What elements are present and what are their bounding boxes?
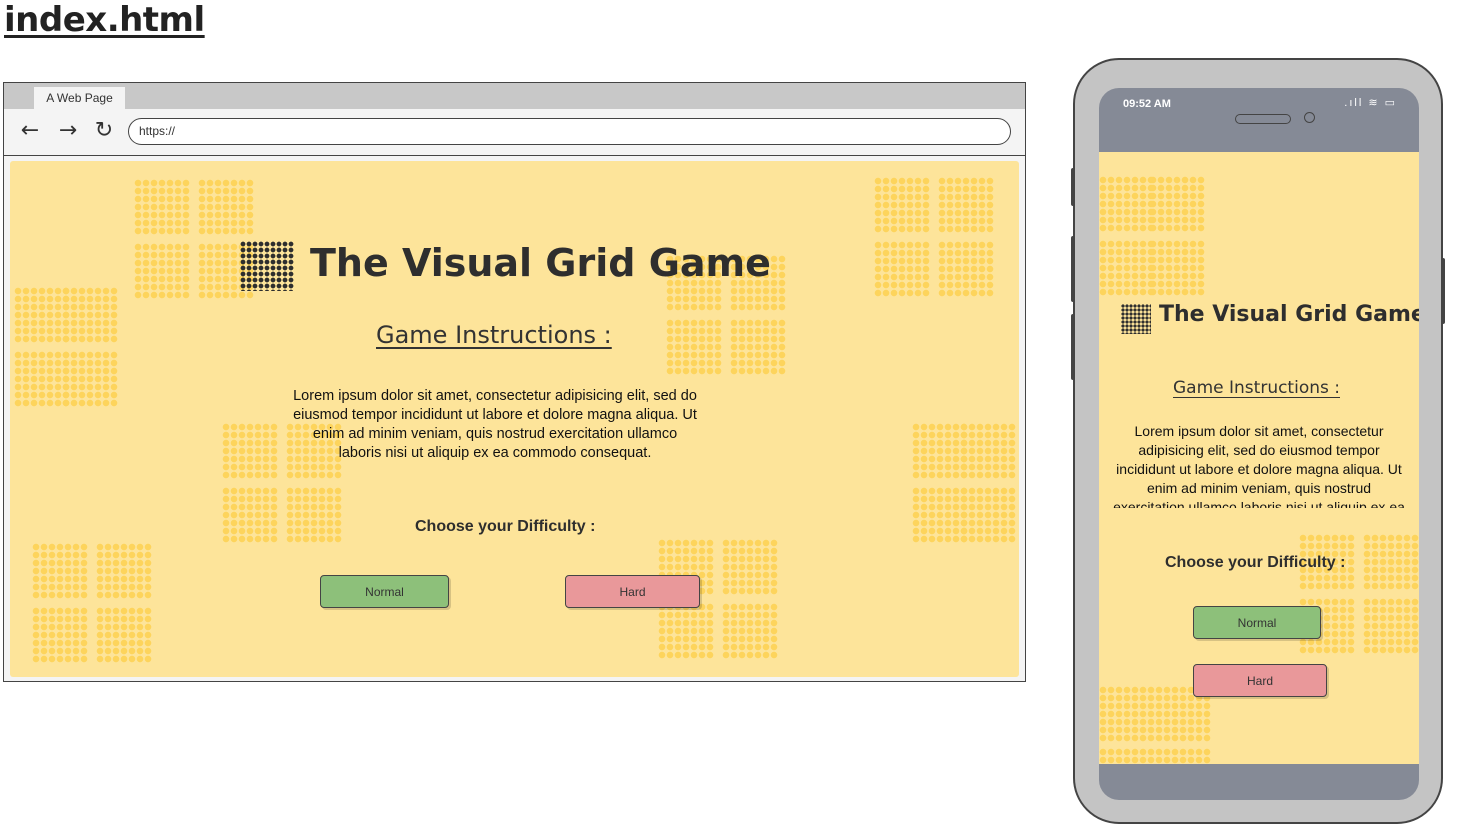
dot-grid-decoration [938, 177, 994, 233]
phone-side-button [1071, 314, 1075, 380]
dot-grid-decoration [960, 487, 1016, 543]
game-title: The Visual Grid Game [1159, 302, 1419, 327]
instructions-text: Lorem ipsum dolor sit amet, consectetur … [1113, 423, 1405, 508]
difficulty-label: Choose your Difficulty : [415, 518, 596, 535]
dot-grid-decoration [1099, 176, 1155, 232]
browser-tab[interactable]: A Web Page [34, 87, 125, 109]
forward-arrow-icon[interactable]: → [54, 117, 82, 145]
dot-grid-decoration [62, 351, 118, 407]
dot-grid-decoration [286, 487, 342, 543]
dot-grid-decoration [96, 607, 152, 663]
phone-viewport: The Visual Grid Game Game Instructions :… [1099, 152, 1419, 764]
dot-grid-decoration [1149, 240, 1205, 296]
phone-speaker [1235, 114, 1291, 124]
hard-button[interactable]: Hard [1193, 664, 1327, 697]
game-title: The Visual Grid Game [310, 241, 771, 285]
dot-grid-decoration [32, 607, 88, 663]
dot-grid-decoration [722, 539, 778, 595]
dot-grid-decoration [1363, 598, 1419, 654]
dot-grid-decoration [730, 319, 786, 375]
status-icons: .ıll ≋ ▭ [1344, 97, 1397, 109]
difficulty-label: Choose your Difficulty : [1165, 554, 1346, 571]
dot-grid-decoration [222, 423, 278, 479]
url-bar[interactable]: https:// [128, 118, 1011, 145]
status-time: 09:52 AM [1123, 98, 1171, 110]
browser-viewport: The Visual Grid Game Game Instructions :… [10, 161, 1019, 677]
phone-screen: 09:52 AM .ıll ≋ ▭ The Visual Grid Game G… [1099, 88, 1419, 800]
dot-grid-decoration [32, 543, 88, 599]
dot-grid-decoration [938, 241, 994, 297]
page-heading: index.html [4, 0, 205, 40]
instructions-title: Game Instructions : [376, 321, 612, 349]
dot-grid-decoration [874, 177, 930, 233]
dot-grid-decoration [874, 241, 930, 297]
grid-logo-icon [1121, 304, 1151, 334]
dot-grid-decoration [666, 319, 722, 375]
hard-button[interactable]: Hard [565, 575, 700, 608]
dot-grid-decoration [1149, 176, 1205, 232]
dot-grid-decoration [1099, 748, 1155, 764]
instructions-title: Game Instructions : [1173, 378, 1340, 398]
normal-button[interactable]: Normal [320, 575, 449, 608]
dot-grid-decoration [1099, 240, 1155, 296]
instructions-text: Lorem ipsum dolor sit amet, consectetur … [293, 388, 697, 461]
dot-grid-decoration [134, 243, 190, 299]
dot-grid-decoration [222, 487, 278, 543]
tab-bar: A Web Page [4, 83, 1025, 109]
dot-grid-decoration [198, 179, 254, 235]
dot-grid-decoration [658, 603, 714, 659]
phone-side-button [1071, 168, 1075, 206]
normal-button[interactable]: Normal [1193, 606, 1321, 639]
nav-bar: ← → ↻ https:// [4, 109, 1025, 156]
back-arrow-icon[interactable]: ← [16, 117, 44, 145]
phone-power-button [1441, 258, 1445, 324]
grid-logo-icon [240, 241, 294, 291]
dot-grid-decoration [1099, 686, 1155, 742]
dot-grid-decoration [96, 543, 152, 599]
dot-grid-decoration [62, 287, 118, 343]
phone-camera [1304, 112, 1315, 123]
reload-icon[interactable]: ↻ [90, 117, 118, 145]
phone-mockup: 09:52 AM .ıll ≋ ▭ The Visual Grid Game G… [1071, 58, 1445, 824]
dot-grid-decoration [134, 179, 190, 235]
dot-grid-decoration [722, 603, 778, 659]
dot-grid-decoration [1155, 748, 1211, 764]
dot-grid-decoration [960, 423, 1016, 479]
phone-side-button [1071, 236, 1075, 302]
browser-window: A Web Page ← → ↻ https:// The Visual Gri… [3, 82, 1026, 682]
dot-grid-decoration [1363, 534, 1419, 590]
